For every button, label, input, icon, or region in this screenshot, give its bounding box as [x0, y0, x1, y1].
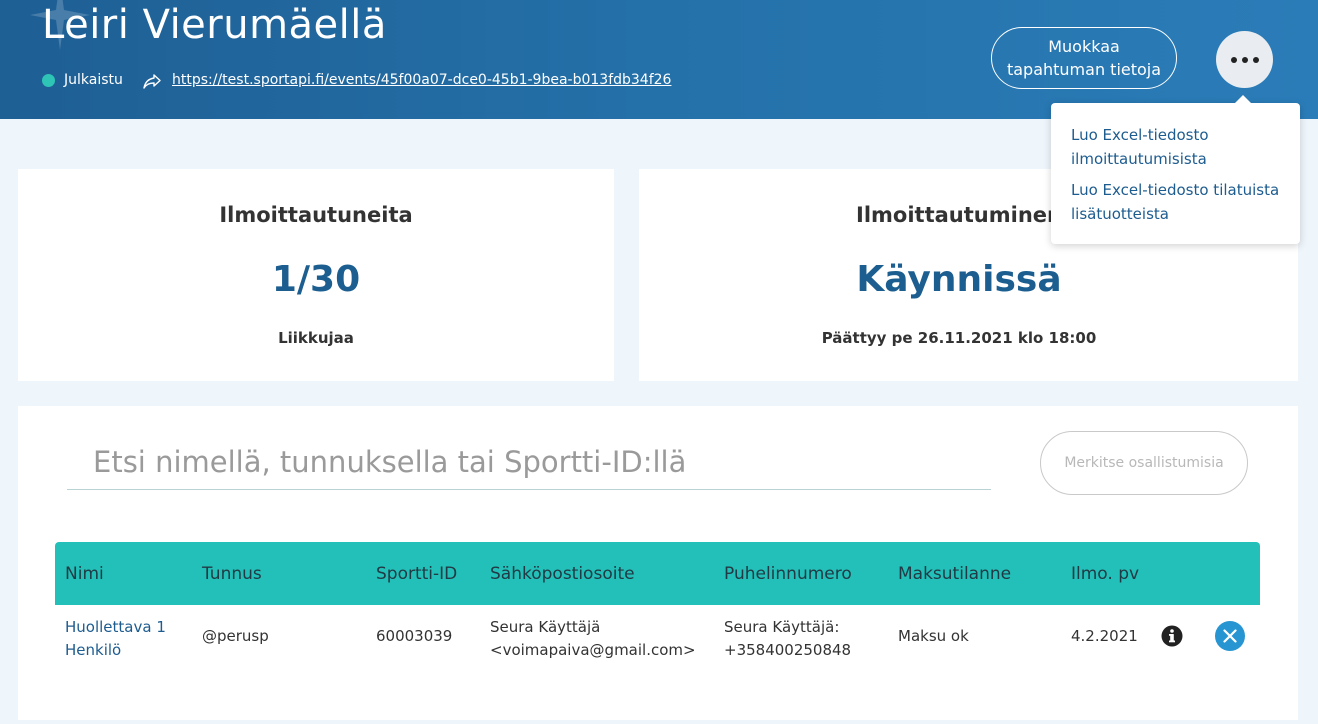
event-url-link[interactable]: https://test.sportapi.fi/events/45f00a07… — [172, 72, 671, 88]
table-row: Huollettava 1 Henkilö @perusp 60003039 S… — [55, 605, 1260, 677]
menu-item-excel-extra-products[interactable]: Luo Excel-tiedosto tilatuista lisätuotte… — [1071, 178, 1291, 226]
share-icon — [143, 74, 161, 89]
published-status-icon — [42, 74, 55, 87]
participant-phone: Seura Käyttäjä: +358400250848 — [724, 616, 851, 662]
column-header-name[interactable]: Nimi — [65, 564, 104, 584]
participant-sportti-id: 60003039 — [376, 627, 453, 645]
more-dot-icon — [1230, 56, 1237, 63]
participant-username: @perusp — [202, 627, 269, 645]
options-dropdown-menu: Luo Excel-tiedosto ilmoittautumisista Lu… — [1051, 95, 1300, 244]
registered-sub: Liikkujaa — [278, 329, 354, 347]
registered-label: Ilmoittautuneita — [219, 203, 413, 227]
registration-end-date: Päättyy pe 26.11.2021 klo 18:00 — [821, 329, 1097, 347]
participant-phone-line: Seura Käyttäjä: — [724, 618, 840, 636]
search-input[interactable] — [67, 440, 991, 490]
participant-email-line: Seura Käyttäjä — [490, 618, 601, 636]
menu-item-excel-registrations[interactable]: Luo Excel-tiedosto ilmoittautumisista — [1071, 123, 1291, 171]
mark-attendance-button[interactable]: Merkitse osallistumisia — [1040, 431, 1248, 495]
more-dot-icon — [1252, 56, 1259, 63]
status-badge: Julkaistu — [64, 72, 123, 88]
participant-registration-date: 4.2.2021 — [1071, 627, 1138, 645]
event-header: Leiri Vierumäellä Julkaistu https://test… — [0, 0, 1318, 119]
dropdown-caret — [1234, 95, 1252, 104]
column-header-sportti-id[interactable]: Sportti-ID — [376, 564, 457, 584]
participant-name-line: Huollettava 1 — [65, 618, 166, 636]
table-header: Nimi Tunnus Sportti-ID Sähköpostiosoite … — [55, 542, 1260, 605]
participant-name-line: Henkilö — [65, 641, 122, 659]
more-options-button[interactable] — [1216, 31, 1273, 88]
column-header-email[interactable]: Sähköpostiosoite — [490, 564, 635, 584]
participant-email-line: <voimapaiva@gmail.com> — [490, 641, 696, 659]
info-icon[interactable] — [1161, 625, 1183, 647]
remove-participant-button[interactable] — [1215, 621, 1245, 651]
column-header-payment[interactable]: Maksutilanne — [898, 564, 1011, 584]
registration-state: Käynnissä — [856, 259, 1062, 300]
participant-phone-line: +358400250848 — [724, 641, 852, 659]
more-dot-icon — [1241, 56, 1248, 63]
column-header-phone[interactable]: Puhelinnumero — [724, 564, 852, 584]
participant-payment-status: Maksu ok — [898, 627, 969, 645]
registered-card: Ilmoittautuneita 1/30 Liikkujaa — [18, 169, 614, 381]
close-icon — [1223, 629, 1237, 643]
column-header-date[interactable]: Ilmo. pv — [1071, 564, 1139, 584]
edit-event-button[interactable]: Muokkaa tapahtuman tietoja — [991, 27, 1177, 89]
participant-email: Seura Käyttäjä <voimapaiva@gmail.com> — [490, 616, 696, 662]
participant-name-link[interactable]: Huollettava 1 Henkilö — [65, 616, 166, 662]
registered-count: 1/30 — [271, 259, 361, 300]
column-header-username[interactable]: Tunnus — [202, 564, 262, 584]
page-title: Leiri Vierumäellä — [42, 2, 387, 48]
